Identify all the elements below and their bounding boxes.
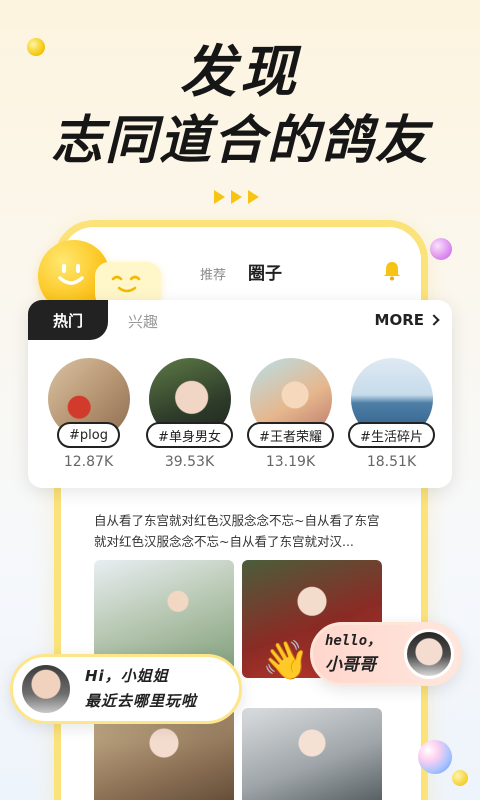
triple-arrow-icon — [214, 190, 259, 204]
chat-left-line-2: 最近去哪里玩啦 — [85, 692, 198, 710]
topic-count: 12.87K — [63, 454, 114, 470]
chat-bubble-left: Hi，小姐姐 最近去哪里玩啦 — [10, 654, 242, 724]
topic-item-king[interactable]: #王者荣耀 13.19K — [245, 358, 337, 470]
smile-face-icon — [58, 264, 84, 285]
chat-bubble-right: hello， 小哥哥 — [310, 622, 462, 686]
chat-left-text: Hi，小姐姐 最近去哪里玩啦 — [85, 664, 197, 714]
avatar — [404, 629, 454, 679]
chat-right-line-2: 小哥哥 — [325, 655, 376, 675]
topic-item-life[interactable]: #生活碎片 18.51K — [346, 358, 438, 470]
avatar — [19, 662, 73, 716]
topic-count: 39.53K — [164, 454, 215, 470]
purple-bubble-decoration — [430, 238, 452, 260]
tab-circle[interactable]: 圈子 — [248, 259, 282, 284]
topic-count: 13.19K — [265, 454, 316, 470]
topic-item-single[interactable]: #单身男女 39.53K — [144, 358, 236, 470]
hot-card-tabs: 热门 兴趣 MORE — [28, 300, 452, 340]
tab-interest[interactable]: 兴趣 — [128, 311, 158, 332]
topic-list: #plog 12.87K #单身男女 39.53K #王者荣耀 13.19K #… — [28, 358, 452, 470]
promo-headline: 发现 志同道合的鸽友 — [0, 38, 480, 174]
chat-left-line-1: Hi，小姐姐 — [85, 667, 169, 685]
post-image[interactable] — [242, 708, 382, 800]
tab-hot[interactable]: 热门 — [28, 300, 108, 340]
chat-right-line-1: hello， — [325, 633, 382, 649]
headline-line-2: 志同道合的鸽友 — [50, 111, 429, 171]
headline-line-1: 发现 — [180, 40, 300, 105]
small-yellow-bubble-decoration — [452, 770, 468, 786]
topic-tag: #生活碎片 — [348, 422, 435, 448]
tab-recommend[interactable]: 推荐 — [200, 264, 226, 283]
topic-tag: #王者荣耀 — [247, 422, 334, 448]
more-label: MORE — [374, 311, 424, 329]
bell-icon[interactable] — [383, 261, 401, 281]
hot-topics-card: 热门 兴趣 MORE #plog 12.87K #单身男女 39.53K #王者… — [28, 300, 452, 488]
chevron-right-icon — [428, 314, 440, 326]
topic-item-plog[interactable]: #plog 12.87K — [43, 358, 135, 470]
topic-tag: #单身男女 — [146, 422, 233, 448]
waving-hand-icon: 👋 — [262, 638, 310, 682]
more-button[interactable]: MORE — [374, 311, 440, 329]
chat-right-text: hello， 小哥哥 — [325, 630, 381, 678]
topic-count: 18.51K — [366, 454, 417, 470]
post-text: 自从看了东宫就对红色汉服念念不忘~自从看了东宫就对红色汉服念念不忘~自从看了东宫… — [94, 513, 380, 549]
iridescent-bubble-decoration — [418, 740, 452, 774]
topic-tag: #plog — [57, 422, 120, 448]
